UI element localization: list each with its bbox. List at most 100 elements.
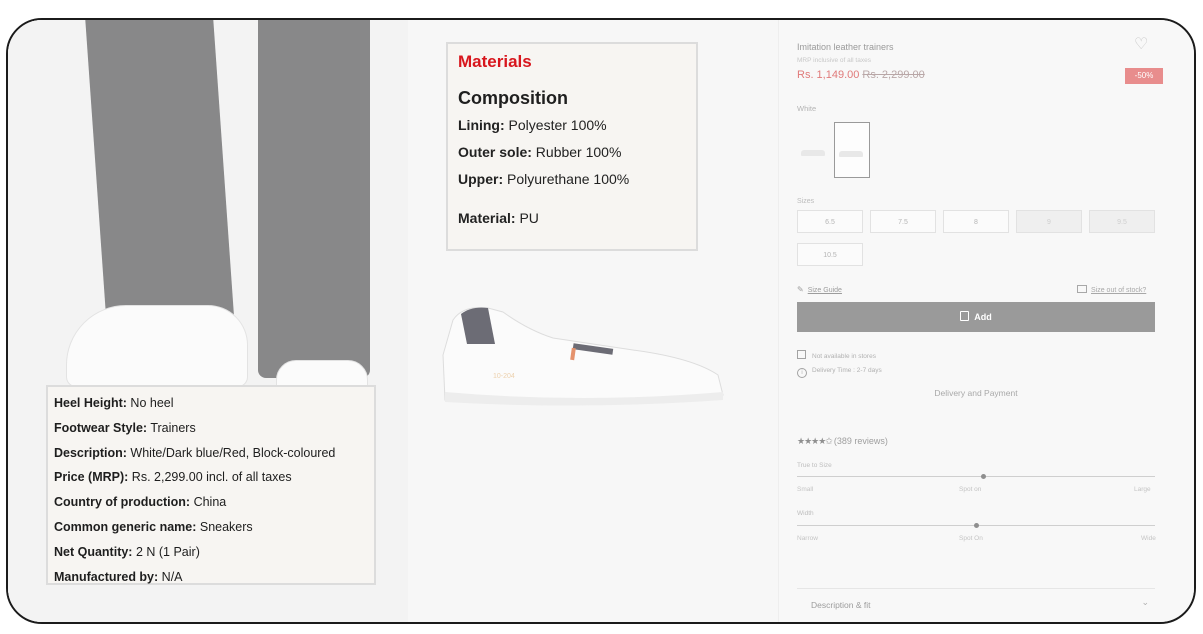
- detail-value: China: [190, 495, 227, 510]
- review-count: (389 reviews): [833, 436, 888, 446]
- description-fit-label: Description & fit: [811, 600, 871, 610]
- true-to-size-min: Small: [797, 486, 814, 493]
- detail-label: Price (MRP):: [54, 470, 129, 485]
- upper-label: Upper:: [458, 171, 504, 187]
- size-guide-link[interactable]: ✎ Size Guide: [797, 285, 842, 294]
- store-availability-text: Not available in stores: [812, 353, 876, 360]
- detail-row: Heel Height: No heel: [54, 391, 368, 416]
- delivery-time-text: Delivery Time : 2-7 days: [812, 367, 882, 374]
- store-availability: Not available in stores: [797, 350, 876, 360]
- detail-row: Price (MRP): Rs. 2,299.00 incl. of all t…: [54, 465, 368, 490]
- color-swatch-1[interactable]: [797, 122, 831, 176]
- size-option[interactable]: 10.5: [797, 243, 863, 266]
- upper-value: Polyurethane 100%: [503, 171, 630, 187]
- materials-overlay: Materials Composition Lining: Polyester …: [448, 44, 696, 249]
- pencil-icon: ✎: [797, 285, 804, 294]
- true-to-size-marker: [981, 474, 987, 479]
- screen-frame: 10-204 Materials Composition Lining: Pol…: [6, 18, 1196, 624]
- mail-icon: [1077, 285, 1087, 293]
- true-to-size-max: Large: [1134, 486, 1151, 493]
- detail-label: Description:: [54, 445, 127, 460]
- lining-label: Lining:: [458, 117, 505, 133]
- width-max: Wide: [1141, 535, 1156, 542]
- detail-row: Footwear Style: Trainers: [54, 416, 368, 441]
- price-row: Rs. 1,149.00 Rs. 2,299.00: [797, 69, 925, 81]
- mrp-note: MRP inclusive of all taxes: [797, 57, 871, 64]
- size-option-out-of-stock[interactable]: 9: [1016, 210, 1082, 233]
- size-option[interactable]: 7.5: [870, 210, 936, 233]
- material-row: Material: PU: [458, 210, 686, 226]
- outer-sole-value: Rubber 100%: [531, 144, 622, 160]
- detail-value: Trainers: [147, 420, 196, 435]
- swatch-thumbnail: [839, 151, 863, 157]
- material-label: Material:: [458, 210, 516, 226]
- materials-title: Materials: [458, 52, 532, 71]
- model-leg-left: [85, 20, 235, 328]
- size-out-of-stock-text: Size out of stock?: [1091, 287, 1147, 294]
- true-to-size-mid: Spot on: [959, 486, 982, 493]
- detail-value: 2 N (1 Pair): [132, 544, 200, 559]
- rating-stars: ★★★★✩: [797, 436, 833, 446]
- delivery-time: i Delivery Time : 2-7 days: [797, 367, 882, 378]
- detail-label: Manufactured by:: [54, 569, 159, 584]
- materials-spacer: [458, 198, 686, 210]
- swatch-thumbnail: [801, 150, 825, 156]
- size-option-out-of-stock[interactable]: 9.5: [1089, 210, 1155, 233]
- sneaker-illustration: 10-204: [442, 307, 724, 406]
- detail-value: Rs. 2,299.00 incl. of all taxes: [128, 470, 292, 485]
- detail-row: Net Quantity: 2 N (1 Pair): [54, 540, 368, 565]
- material-value: PU: [515, 210, 539, 226]
- width-min: Narrow: [797, 535, 818, 542]
- outer-sole-row: Outer sole: Rubber 100%: [458, 144, 686, 160]
- true-to-size-track: [797, 476, 1155, 477]
- lining-row: Lining: Polyester 100%: [458, 117, 686, 133]
- detail-label: Net Quantity:: [54, 544, 133, 559]
- detail-row: Description: White/Dark blue/Red, Block-…: [54, 441, 368, 466]
- chevron-down-icon: ⌄: [1141, 597, 1149, 607]
- size-out-of-stock-link[interactable]: Size out of stock?: [1077, 285, 1146, 294]
- size-option[interactable]: 6.5: [797, 210, 863, 233]
- detail-value: N/A: [158, 569, 183, 584]
- detail-value: Sneakers: [196, 519, 253, 534]
- add-button-label: Add: [974, 312, 992, 322]
- add-to-bag-button[interactable]: Add: [797, 302, 1155, 332]
- detail-row: Manufactured by: N/A: [54, 565, 368, 590]
- bag-icon: [960, 311, 970, 321]
- color-label: White: [797, 104, 817, 113]
- size-option[interactable]: 8: [943, 210, 1009, 233]
- width-mid: Spot On: [959, 535, 983, 542]
- detail-label: Heel Height:: [54, 396, 127, 410]
- heel-print: 10-204: [493, 373, 515, 380]
- heart-icon[interactable]: ♡: [1134, 34, 1148, 54]
- composition-heading: Composition: [458, 88, 568, 108]
- product-title: Imitation leather trainers: [797, 42, 894, 52]
- lining-value: Polyester 100%: [504, 117, 607, 133]
- product-panel: Imitation leather trainers ♡ MRP inclusi…: [778, 20, 1194, 622]
- description-fit-accordion[interactable]: Description & fit ⌄: [797, 588, 1155, 622]
- true-to-size-label: True to Size: [797, 462, 832, 469]
- store-icon: [797, 350, 806, 359]
- model-leg-right: [258, 20, 370, 378]
- detail-row: Common generic name: Sneakers: [54, 515, 368, 540]
- detail-row: Country of production: China: [54, 490, 368, 515]
- original-price: Rs. 2,299.00: [862, 69, 925, 81]
- sale-price: Rs. 1,149.00: [797, 69, 860, 81]
- discount-badge: -50%: [1125, 68, 1163, 84]
- detail-label: Footwear Style:: [54, 420, 148, 435]
- detail-value: White/Dark blue/Red, Block-coloured: [126, 445, 336, 460]
- sizes-label: Sizes: [797, 198, 815, 205]
- detail-label: Country of production:: [54, 495, 191, 510]
- worn-shoe-left: [66, 305, 248, 387]
- details-overlay: Heel Height: No heel Footwear Style: Tra…: [48, 387, 374, 584]
- delivery-payment-link[interactable]: Delivery and Payment: [797, 388, 1155, 398]
- upper-row: Upper: Polyurethane 100%: [458, 171, 686, 187]
- detail-label: Common generic name:: [54, 519, 197, 534]
- outer-sole-label: Outer sole:: [458, 144, 532, 160]
- info-icon: i: [797, 368, 807, 378]
- width-label: Width: [797, 510, 814, 517]
- detail-value: No heel: [126, 396, 174, 410]
- color-swatch-2-selected[interactable]: [834, 122, 870, 178]
- width-marker: [974, 523, 979, 528]
- reviews-summary[interactable]: ★★★★✩ (389 reviews): [797, 436, 888, 447]
- size-guide-text: Size Guide: [807, 287, 842, 294]
